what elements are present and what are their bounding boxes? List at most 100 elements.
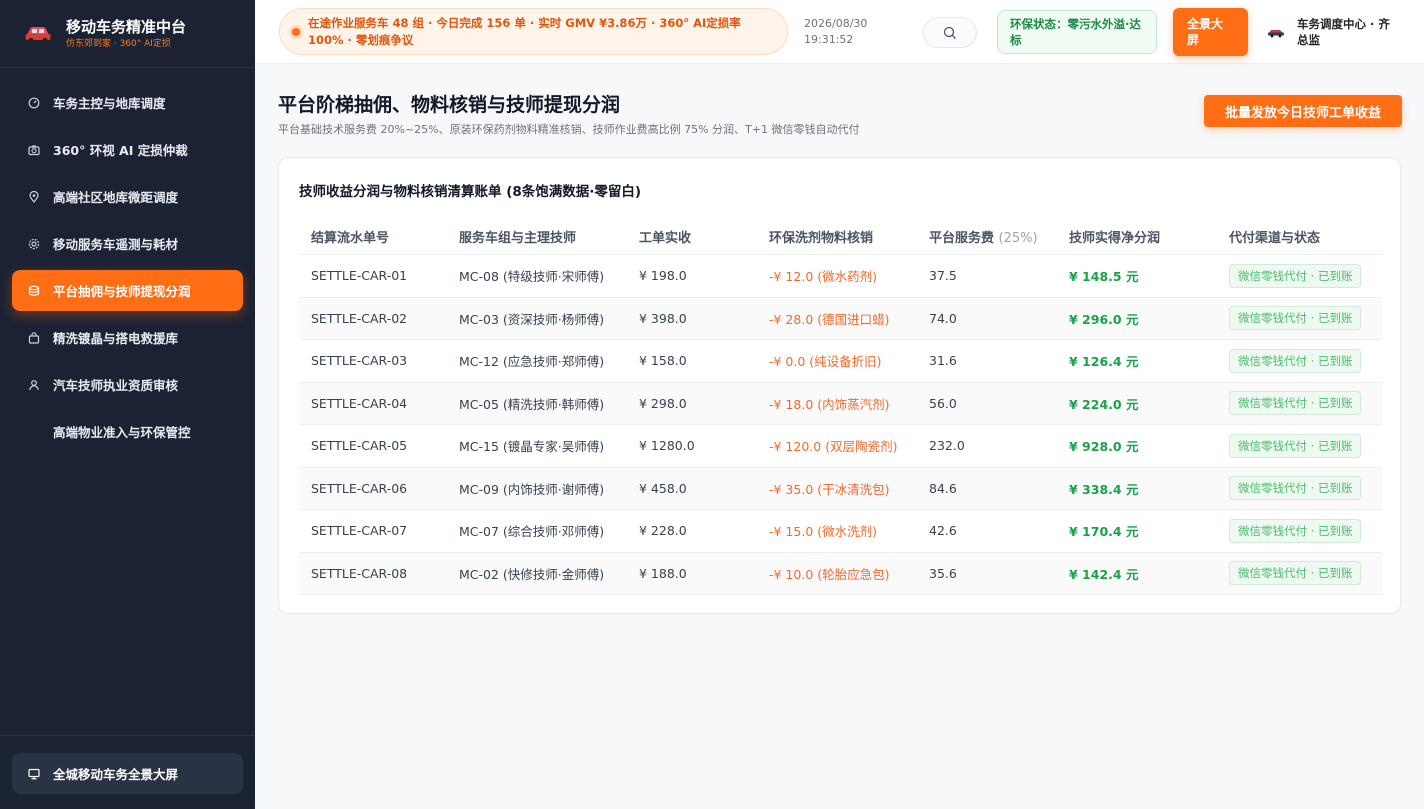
cell-material: -¥ 28.0 (德国进口蜡) (769, 311, 890, 327)
table-row[interactable]: SETTLE-CAR-06 MC-09 (内饰技师·谢师傅) ¥ 458.0 -… (299, 467, 1382, 510)
date-text: 2026/08/30 (804, 17, 868, 30)
user-icon (28, 379, 40, 391)
cell-fee: 74.0 (929, 310, 957, 326)
cell-net: ¥ 224.0 元 (1069, 396, 1139, 412)
cell-net: ¥ 148.5 元 (1069, 269, 1139, 285)
sidebar-item-label: 移动服务车遥测与耗材 (53, 237, 179, 252)
car-logo-icon (25, 26, 51, 43)
live-dot-icon (292, 27, 300, 36)
camera-icon (28, 144, 40, 156)
col-header-fee-note: (25%) (998, 230, 1038, 246)
col-header-paid: 工单实收 (639, 230, 692, 246)
fullscreen-button[interactable]: 全景大屏 (1173, 8, 1248, 56)
col-header-material: 环保洗剂物料核销 (769, 230, 874, 246)
database-icon (28, 285, 40, 297)
sidebar-footer: 全城移动车务全景大屏 (0, 735, 255, 809)
search-icon (943, 26, 956, 39)
gear-icon (28, 238, 40, 250)
user-name: 车务调度中心 · 齐总监 (1297, 17, 1390, 47)
table-row[interactable]: SETTLE-CAR-05 MC-15 (镀晶专家·吴师傅) ¥ 1280.0 … (299, 425, 1382, 468)
cell-id: SETTLE-CAR-07 (311, 523, 408, 539)
table-row[interactable]: SETTLE-CAR-03 MC-12 (应急技师·郑师傅) ¥ 158.0 -… (299, 340, 1382, 383)
map-pin-icon (28, 190, 40, 203)
cell-net: ¥ 338.4 元 (1069, 481, 1139, 497)
page-subtitle: 平台基础技术服务费 20%~25%、原装环保药剂物料精准核销、技师作业费高比例 … (278, 123, 860, 136)
table-row[interactable]: SETTLE-CAR-04 MC-05 (精洗技师·韩师傅) ¥ 298.0 -… (299, 382, 1382, 425)
cell-material: -¥ 12.0 (微水药剂) (769, 269, 877, 285)
sidebar-item-label: 高端物业准入与环保管控 (53, 425, 191, 440)
cell-team: MC-03 (资深技师·杨师傅) (459, 311, 605, 327)
table-row[interactable]: SETTLE-CAR-02 MC-03 (资深技师·杨师傅) ¥ 398.0 -… (299, 297, 1382, 340)
col-header-fee: 平台服务费 (25%) (929, 227, 1069, 246)
cell-channel: 微信零钱代付 · 已到账 (1229, 306, 1382, 331)
gauge-icon (28, 97, 40, 109)
brand: 移动车务精准中台 仿东郊到家 · 360° AI定损 (0, 0, 255, 68)
user-profile[interactable]: 车务调度中心 · 齐总监 (1267, 16, 1397, 48)
cell-fee: 84.6 (929, 480, 957, 496)
col-header-team: 服务车组与主理技师 (459, 230, 577, 246)
cell-paid: ¥ 298.0 (639, 395, 687, 411)
sidebar-item-garage[interactable]: 高端社区地库微距调度 (12, 176, 243, 217)
sidebar-item-label: 汽车技师执业资质审核 (53, 378, 179, 393)
sidebar-item-property[interactable]: 高端物业准入与环保管控 (12, 411, 243, 452)
sidebar-item-label: 高端社区地库微距调度 (53, 190, 179, 205)
bag-icon (28, 331, 40, 344)
status-badge: 微信零钱代付 · 已到账 (1229, 348, 1362, 373)
sidebar-item-label: 360° 环视 AI 定损仲裁 (53, 143, 188, 158)
cell-fee: 35.6 (929, 565, 957, 581)
cell-paid: ¥ 458.0 (639, 480, 687, 496)
col-header-net: 技师实得净分润 (1069, 230, 1161, 246)
batch-payout-button[interactable]: 批量发放今日技师工单收益 (1204, 95, 1402, 127)
status-badge: 微信零钱代付 · 已到账 (1229, 433, 1362, 458)
cell-material: -¥ 18.0 (内饰蒸汽剂) (769, 396, 890, 412)
env-status-badge: 环保状态：零污水外溢·达标 (997, 10, 1157, 54)
cell-material: -¥ 15.0 (微水洗剂) (769, 524, 877, 540)
cell-id: SETTLE-CAR-01 (311, 268, 408, 284)
sidebar-item-telemetry[interactable]: 移动服务车遥测与耗材 (12, 223, 243, 264)
sidebar-item-qualification[interactable]: 汽车技师执业资质审核 (12, 364, 243, 405)
cell-paid: ¥ 158.0 (639, 353, 687, 369)
sidebar-item-ai-damage[interactable]: 360° 环视 AI 定损仲裁 (12, 129, 243, 170)
cell-channel: 微信零钱代付 · 已到账 (1229, 561, 1382, 586)
status-badge: 微信零钱代付 · 已到账 (1229, 306, 1362, 331)
table-row[interactable]: SETTLE-CAR-07 MC-07 (综合技师·邓师傅) ¥ 228.0 -… (299, 510, 1382, 553)
status-badge: 微信零钱代付 · 已到账 (1229, 476, 1362, 501)
cell-fee: 56.0 (929, 395, 957, 411)
sidebar-item-label: 平台抽佣与技师提现分润 (53, 284, 191, 299)
cell-id: SETTLE-CAR-02 (311, 310, 408, 326)
cell-net: ¥ 142.4 元 (1069, 566, 1139, 582)
col-header-channel: 代付渠道与状态 (1229, 230, 1321, 246)
cell-material: -¥ 10.0 (轮胎应急包) (769, 566, 890, 582)
cell-channel: 微信零钱代付 · 已到账 (1229, 348, 1382, 373)
cell-fee: 232.0 (929, 438, 965, 454)
ticker-text: 在途作业服务车 48 组 · 今日完成 156 单 · 实时 GMV ¥3.86… (308, 15, 741, 47)
sidebar-item-dispatch[interactable]: 车务主控与地库调度 (12, 82, 243, 123)
table-row[interactable]: SETTLE-CAR-01 MC-08 (特级技师·宋师傅) ¥ 198.0 -… (299, 255, 1382, 298)
cell-fee: 37.5 (929, 268, 957, 284)
live-ticker: 在途作业服务车 48 组 · 今日完成 156 单 · 实时 GMV ¥3.86… (279, 8, 788, 55)
cell-team: MC-05 (精洗技师·韩师傅) (459, 396, 605, 412)
cell-channel: 微信零钱代付 · 已到账 (1229, 433, 1382, 458)
search-button[interactable] (923, 17, 977, 48)
cell-paid: ¥ 228.0 (639, 523, 687, 539)
app-subtitle: 仿东郊到家 · 360° AI定损 (66, 38, 171, 49)
sidebar: 移动车务精准中台 仿东郊到家 · 360° AI定损 车务主控与地库调度 360… (0, 0, 255, 809)
sidebar-item-label: 车务主控与地库调度 (53, 96, 166, 111)
avatar (1268, 30, 1284, 38)
cell-material: -¥ 35.0 (干冰清洗包) (769, 481, 890, 497)
card-title: 技师收益分润与物料核销清算账单 (8条饱满数据·零留白) (299, 184, 642, 200)
sidebar-item-detailing[interactable]: 精洗镀晶与搭电救援库 (12, 317, 243, 358)
cell-paid: ¥ 398.0 (639, 310, 687, 326)
table-row[interactable]: SETTLE-CAR-08 MC-02 (快修技师·金师傅) ¥ 188.0 -… (299, 552, 1382, 595)
cell-net: ¥ 928.0 元 (1069, 439, 1139, 455)
cell-team: MC-07 (综合技师·邓师傅) (459, 524, 605, 540)
cell-channel: 微信零钱代付 · 已到账 (1229, 391, 1382, 416)
city-dashboard-label: 全城移动车务全景大屏 (53, 767, 179, 782)
sidebar-item-commission[interactable]: 平台抽佣与技师提现分润 (12, 270, 243, 311)
datetime: 2026/08/30 19:31:52 (804, 16, 867, 48)
cell-paid: ¥ 1280.0 (639, 438, 695, 454)
time-text: 19:31:52 (804, 33, 854, 46)
city-dashboard-button[interactable]: 全城移动车务全景大屏 (12, 753, 243, 794)
cell-net: ¥ 126.4 元 (1069, 354, 1139, 370)
settlement-card: 技师收益分润与物料核销清算账单 (8条饱满数据·零留白) 结算流水单号 服务车组… (278, 157, 1401, 614)
